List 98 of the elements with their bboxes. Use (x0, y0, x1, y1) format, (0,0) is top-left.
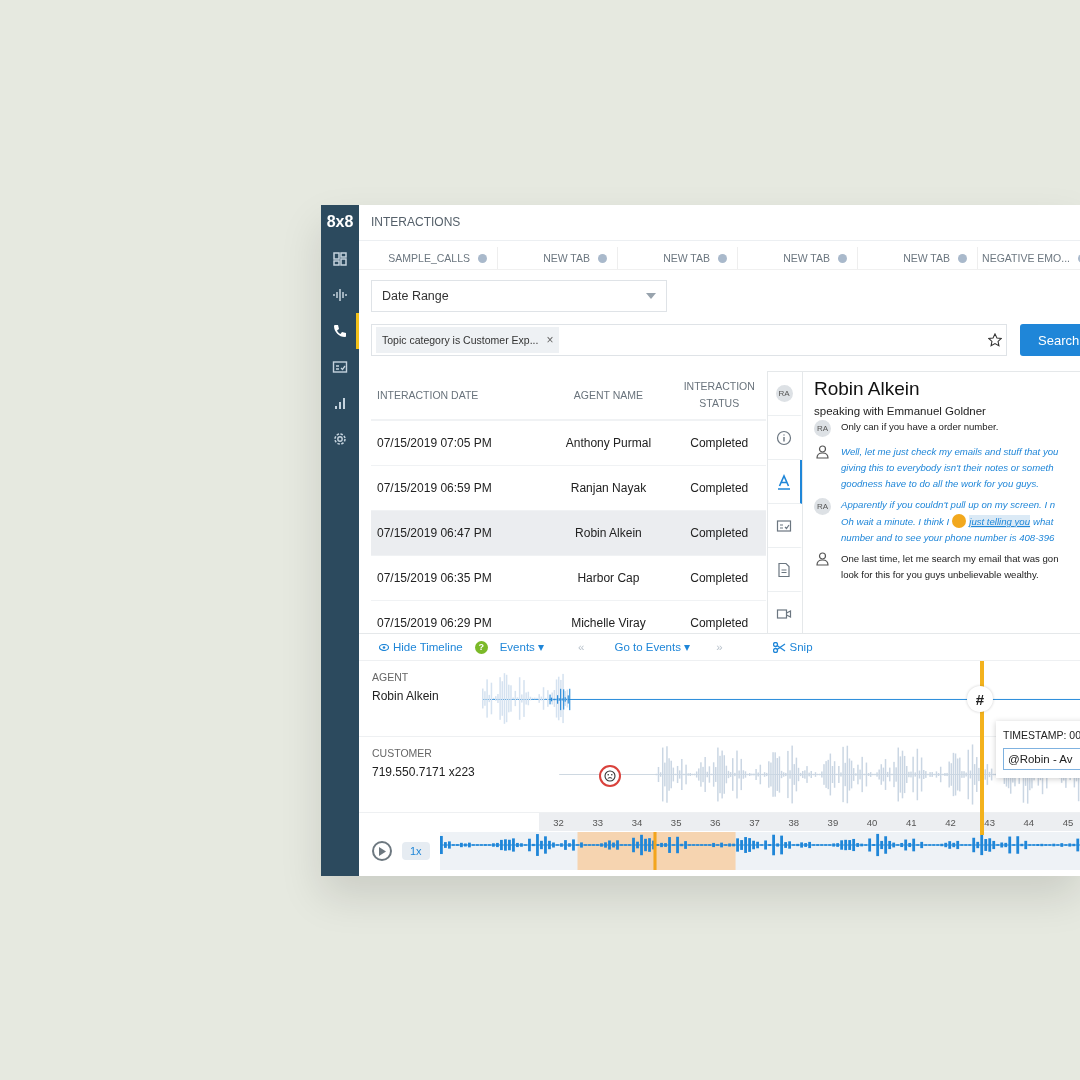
transcript-line: Oh wait a minute. I think I (841, 514, 950, 528)
axis-label: 36 (709, 816, 722, 828)
go-to-events-dropdown[interactable]: Go to Events ▾ (614, 640, 691, 654)
transcript-line: look for this for you guys unbelievable wealthy. (841, 568, 1039, 581)
avatar: RA (814, 420, 831, 437)
track-name: Robin Alkein (372, 689, 440, 703)
highlighted-phrase[interactable]: just telling you (969, 514, 1031, 528)
speed-button[interactable]: 1x (402, 842, 430, 860)
contact-name: Robin Alkein (814, 378, 921, 400)
table-cell-text: Harbor Cap (576, 571, 641, 585)
person-icon (814, 552, 831, 566)
avatar: RA (814, 498, 831, 515)
chart-icon (332, 395, 348, 411)
table-cell-text: Anthony Purmal (564, 436, 653, 450)
transcript-line: giving this to everybody isn't their notes or someth (841, 461, 1054, 474)
axis-label: 37 (748, 816, 761, 828)
tab-label: NEW TAB (543, 252, 590, 264)
tag-marker[interactable]: # (967, 686, 993, 712)
phone-icon (332, 323, 348, 339)
column-header[interactable]: AGENT NAME (544, 389, 673, 401)
hide-timeline-link[interactable]: Hide Timeline (379, 641, 463, 653)
table-cell-text: Completed (689, 569, 750, 587)
filter-field[interactable]: Topic category is Customer Exp... × (371, 324, 1007, 356)
sad-face-icon[interactable] (599, 765, 621, 787)
contact-subtitle: speaking with Emmanuel Goldner (814, 405, 987, 417)
table-cell-text: Completed (689, 479, 750, 497)
axis-label: 32 (552, 816, 565, 828)
chip-label: Topic category is Customer Exp... (382, 334, 539, 346)
tab-label: NEW TAB (783, 252, 830, 264)
axis-label: 38 (787, 816, 800, 828)
chip-remove[interactable]: × (546, 333, 554, 347)
axis-label: 42 (944, 816, 957, 828)
track-role: AGENT (372, 671, 410, 683)
transcript-line: One last time, let me search my email that was gon (841, 552, 1059, 565)
axis-label: 41 (905, 816, 918, 828)
play-button[interactable] (372, 841, 392, 861)
axis-label: 39 (826, 816, 840, 828)
waveform-icon (332, 287, 348, 303)
table-row[interactable]: 07/15/2019 06:35 PM Harbor Cap Completed (371, 556, 766, 601)
column-header[interactable]: INTERACTION DATE (371, 389, 545, 401)
scissors-icon (772, 641, 786, 653)
table-cell-text: 07/15/2019 06:29 PM (376, 616, 493, 630)
column-header[interactable]: INTERACTION STATUS (672, 378, 766, 412)
transcript-line: what (1033, 514, 1054, 528)
axis-label: 33 (591, 816, 605, 828)
page-title: INTERACTIONS (359, 205, 1080, 241)
info-icon (776, 429, 792, 446)
tab-label: SAMPLE_CALLS (388, 252, 470, 264)
dashboard-icon (332, 251, 348, 267)
axis-label: 44 (1022, 816, 1036, 828)
table-cell-text: 07/15/2019 07:05 PM (376, 436, 493, 450)
avatar: RA (775, 385, 793, 402)
transcript-line: Apparently if you couldn't pull up on my screen. I n (841, 498, 1056, 511)
caret-icon (646, 293, 656, 299)
play-icon (378, 846, 386, 856)
tab-label: NEGATIVE EMO... (982, 252, 1070, 264)
document-icon (776, 561, 792, 578)
person-icon (814, 445, 831, 459)
axis-label: 40 (865, 816, 879, 828)
date-range-dropdown[interactable]: Date Range (371, 280, 667, 312)
axis-label: 34 (630, 816, 644, 828)
transcript-line: number and to see your phone number is 408-396 (841, 531, 1055, 544)
axis-label: 43 (983, 816, 996, 828)
table-cell-text: Completed (689, 524, 750, 542)
table-cell-text: 07/15/2019 06:59 PM (376, 481, 493, 495)
settings-icon (332, 431, 348, 447)
transcript-line: goodness have to do all the work for you guys. (841, 477, 1039, 490)
table-cell-text: Robin Alkein (574, 526, 643, 540)
tab-label: NEW TAB (663, 252, 710, 264)
checklist-icon (332, 359, 348, 375)
axis-label: 45 (1061, 816, 1075, 828)
transcript-line: Only can if you have a order number. (841, 420, 999, 433)
table-cell-text: Michelle Viray (570, 616, 647, 630)
transcript-line: Well, let me just check my emails and stuff that you (841, 445, 1059, 458)
track-role: CUSTOMER (372, 747, 433, 759)
track-name: 719.550.7171 x223 (372, 765, 476, 779)
table-row[interactable]: 07/15/2019 06:47 PM Robin Alkein Completed (371, 511, 766, 556)
tag-icon (952, 514, 967, 528)
logo: 8x8 (326, 213, 354, 231)
table-cell-text: 07/15/2019 06:47 PM (376, 526, 493, 540)
filter-chip[interactable]: Topic category is Customer Exp... × (376, 327, 560, 353)
panel-tab[interactable] (768, 460, 802, 504)
table-cell-text: Completed (689, 434, 750, 452)
table-row[interactable]: 07/15/2019 07:05 PM Anthony Purmal Completed (371, 421, 766, 466)
tab-label: NEW TAB (903, 252, 950, 264)
table-cell-text: 07/15/2019 06:35 PM (376, 571, 493, 585)
star-icon[interactable] (988, 333, 1002, 347)
eye-icon (379, 643, 389, 651)
table-cell-text: Completed (689, 614, 750, 632)
timestamp-label: TIMESTAMP: 00 (1003, 729, 1080, 741)
checklist-icon (776, 517, 792, 534)
events-dropdown[interactable]: Events ▾ (499, 640, 545, 654)
text-icon (776, 473, 792, 490)
axis-label: 35 (669, 816, 683, 828)
table-cell-text: Ranjan Nayak (569, 481, 648, 495)
comment-field[interactable]: @Robin - Av (1003, 748, 1080, 770)
snip-button[interactable]: Snip (772, 641, 813, 653)
search-button[interactable]: Search (1020, 324, 1080, 356)
